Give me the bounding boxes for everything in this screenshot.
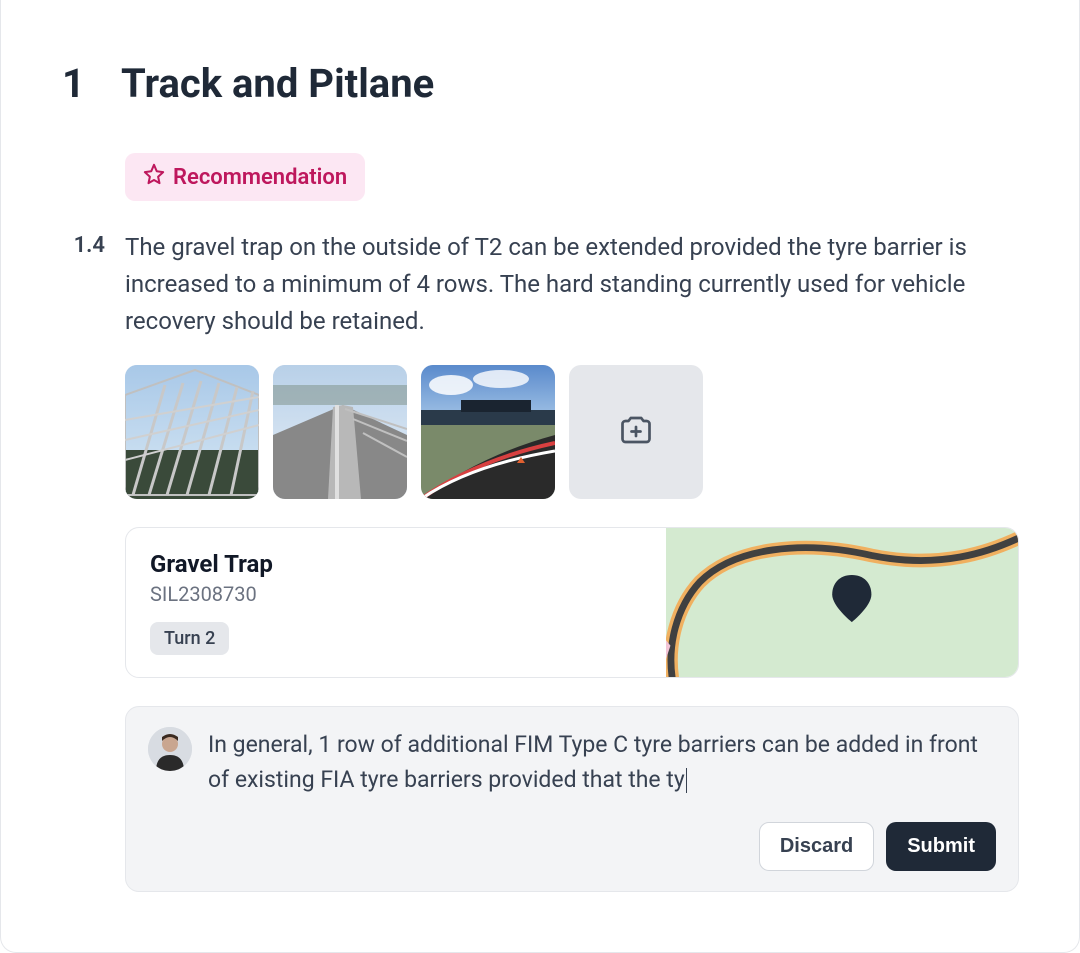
flag-icon	[143, 163, 165, 191]
document-card: 1 Track and Pitlane 1.4 Recommendation T…	[0, 0, 1080, 953]
location-map[interactable]	[666, 528, 1018, 677]
image-thumbnail[interactable]	[421, 365, 555, 499]
recommendation-badge: Recommendation	[125, 153, 365, 201]
content-area: 1.4 Recommendation The gravel trap on th…	[61, 153, 1019, 892]
comment-input[interactable]: In general, 1 row of additional FIM Type…	[208, 727, 996, 798]
location-info: Gravel Trap SIL2308730 Turn 2	[126, 528, 666, 677]
section-header: 1 Track and Pitlane	[61, 60, 1019, 107]
comment-actions: Discard Submit	[148, 822, 996, 871]
badge-label: Recommendation	[173, 165, 347, 190]
item-content: Recommendation The gravel trap on the ou…	[125, 153, 1019, 892]
add-image-button[interactable]	[569, 365, 703, 499]
submit-button[interactable]: Submit	[886, 822, 996, 871]
item-description: The gravel trap on the outside of T2 can…	[125, 229, 1019, 341]
discard-button[interactable]: Discard	[759, 822, 874, 871]
section-title: Track and Pitlane	[121, 60, 434, 107]
comment-card: In general, 1 row of additional FIM Type…	[125, 706, 1019, 892]
location-card: Gravel Trap SIL2308730 Turn 2	[125, 527, 1019, 678]
location-code: SIL2308730	[150, 582, 642, 606]
section-number: 1	[61, 60, 85, 107]
comment-row: In general, 1 row of additional FIM Type…	[148, 727, 996, 798]
location-tag: Turn 2	[150, 622, 229, 655]
text-cursor	[686, 768, 687, 793]
image-thumbnails	[125, 365, 1019, 499]
camera-plus-icon	[618, 412, 654, 452]
avatar	[148, 727, 192, 771]
image-thumbnail[interactable]	[273, 365, 407, 499]
location-title: Gravel Trap	[150, 550, 642, 578]
item-number: 1.4	[61, 153, 105, 892]
image-thumbnail[interactable]	[125, 365, 259, 499]
